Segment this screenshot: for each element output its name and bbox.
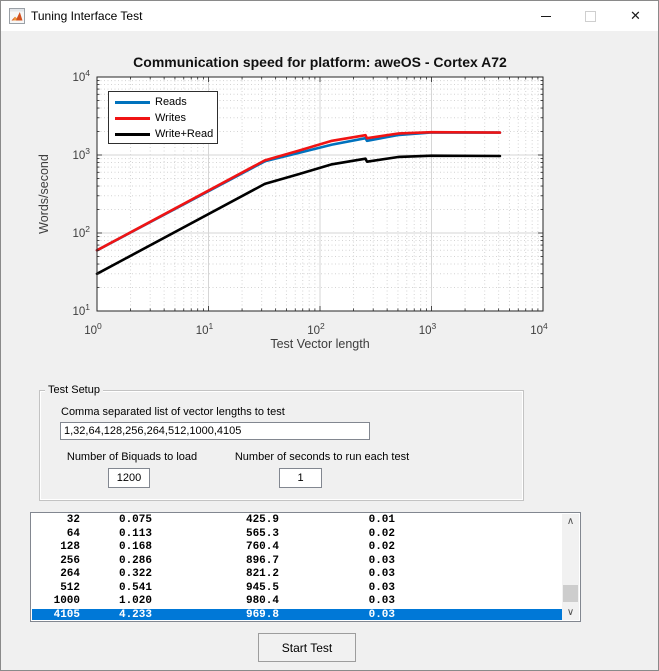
biquads-label: Number of Biquads to load [67, 451, 197, 463]
x-tick-label: 100 [84, 321, 102, 337]
result-row[interactable]: 2640.322821.20.03 [32, 568, 562, 582]
write-read-line-swatch [115, 133, 150, 136]
x-tick-label: 102 [307, 321, 325, 337]
x-tick-label: 103 [419, 321, 437, 337]
result-cell: 0.03 [279, 582, 395, 596]
y-tick-label: 103 [72, 146, 90, 162]
result-cell: 264 [32, 568, 80, 582]
result-cell: 256 [32, 555, 80, 569]
result-cell: 0.03 [279, 555, 395, 569]
chart-title: Communication speed for platform: aweOS … [133, 54, 507, 70]
seconds-label: Number of seconds to run each test [235, 451, 409, 463]
result-cell: 32 [32, 514, 80, 528]
communication-speed-chart: 100 101 102 103 104 101 102 103 104 Communication… [1, 1, 659, 383]
result-cell: 1.020 [80, 595, 152, 609]
scrollbar-thumb[interactable] [563, 585, 578, 602]
result-cell: 425.9 [152, 514, 279, 528]
vector-lengths-input[interactable] [60, 422, 370, 440]
result-row[interactable]: 5120.541945.50.03 [32, 582, 562, 596]
result-cell: 0.03 [279, 568, 395, 582]
writes-line-swatch [115, 117, 150, 120]
result-cell: 4105 [32, 609, 80, 621]
legend-item-reads: Reads [109, 94, 217, 110]
result-row[interactable]: 2560.286896.70.03 [32, 555, 562, 569]
app-window: Tuning Interface Test ✕ 1001011021031041… [0, 0, 659, 671]
result-cell: 64 [32, 528, 80, 542]
chart-legend[interactable]: Reads Writes Write+Read [108, 91, 218, 144]
x-tick-label: 101 [196, 321, 214, 337]
result-cell: 969.8 [152, 609, 279, 621]
result-cell: 0.286 [80, 555, 152, 569]
results-rows: 320.075425.90.01640.113565.30.021280.168… [32, 514, 562, 620]
result-cell: 128 [32, 541, 80, 555]
result-cell: 0.02 [279, 541, 395, 555]
result-cell: 0.541 [80, 582, 152, 596]
x-tick-label: 104 [530, 321, 548, 337]
result-row[interactable]: 1280.168760.40.02 [32, 541, 562, 555]
scroll-down-icon[interactable]: ∨ [562, 605, 579, 620]
results-listbox[interactable]: 320.075425.90.01640.113565.30.021280.168… [30, 512, 581, 622]
result-cell: 821.2 [152, 568, 279, 582]
result-cell: 760.4 [152, 541, 279, 555]
result-cell: 945.5 [152, 582, 279, 596]
result-cell: 0.322 [80, 568, 152, 582]
result-cell: 0.01 [279, 514, 395, 528]
scroll-up-icon[interactable]: ∧ [562, 514, 579, 529]
legend-item-writes: Writes [109, 110, 217, 126]
seconds-input[interactable] [279, 468, 322, 488]
result-cell: 896.7 [152, 555, 279, 569]
result-row[interactable]: 320.075425.90.01 [32, 514, 562, 528]
result-cell: 980.4 [152, 595, 279, 609]
reads-line-swatch [115, 101, 150, 104]
result-row[interactable]: 640.113565.30.02 [32, 528, 562, 542]
test-setup-group-title: Test Setup [45, 384, 103, 396]
result-cell: 0.168 [80, 541, 152, 555]
result-cell: 0.03 [279, 609, 395, 621]
biquads-input[interactable] [108, 468, 150, 488]
y-axis-label: Words/second [37, 154, 51, 234]
result-cell: 0.03 [279, 595, 395, 609]
y-tick-label: 102 [72, 224, 90, 240]
listbox-scrollbar[interactable]: ∧ ∨ [562, 514, 579, 620]
result-cell: 512 [32, 582, 80, 596]
result-cell: 1000 [32, 595, 80, 609]
y-tick-label: 101 [72, 302, 90, 318]
x-axis-label: Test Vector length [270, 337, 369, 351]
result-cell: 0.02 [279, 528, 395, 542]
y-tick-label: 104 [72, 68, 90, 84]
result-cell: 0.075 [80, 514, 152, 528]
legend-item-write-read: Write+Read [109, 126, 217, 142]
result-row[interactable]: 10001.020980.40.03 [32, 595, 562, 609]
result-cell: 565.3 [152, 528, 279, 542]
result-cell: 4.233 [80, 609, 152, 621]
vector-lengths-label: Comma separated list of vector lengths t… [61, 406, 285, 418]
result-cell: 0.113 [80, 528, 152, 542]
result-row[interactable]: 41054.233969.80.03 [32, 609, 562, 621]
start-test-button[interactable]: Start Test [258, 633, 356, 662]
